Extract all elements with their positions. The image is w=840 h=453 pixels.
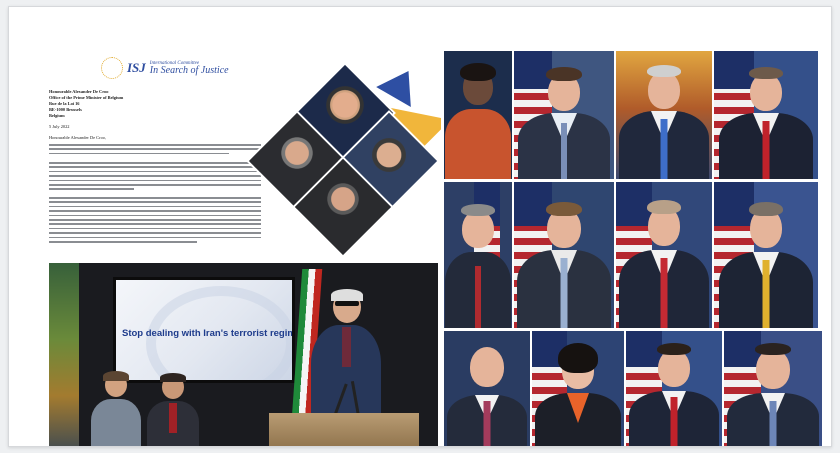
portrait-tile <box>444 51 512 179</box>
letter-salutation: Honourable Alexander De Croo, <box>49 135 107 140</box>
seated-person <box>91 371 141 446</box>
portrait-tile <box>724 331 822 446</box>
letter-body-paragraph <box>49 197 261 245</box>
star-ring-icon <box>101 57 123 79</box>
letter-address: Honourable Alexander De Croo Office of t… <box>49 89 123 141</box>
collage-frame: ISJ International Committee In Search of… <box>8 6 832 447</box>
logo-title: In Search of Justice <box>149 64 229 76</box>
portrait-tile <box>444 182 512 328</box>
letter-body-paragraph <box>49 162 261 193</box>
speaker <box>311 289 381 421</box>
portrait-grid <box>444 51 822 446</box>
portrait-tile <box>616 182 712 328</box>
portrait-tile <box>616 51 712 179</box>
conference-photo: Stop dealing with Iran's terrorist regim… <box>49 263 438 446</box>
letter-body-paragraph <box>49 144 261 157</box>
portrait-tile <box>626 331 722 446</box>
portrait-tile <box>514 182 614 328</box>
letter-collage: ISJ International Committee In Search of… <box>29 29 441 259</box>
logo-isj: ISJ <box>127 60 146 75</box>
event-banner <box>49 263 79 446</box>
portrait-tile <box>714 182 818 328</box>
podium <box>269 413 419 446</box>
projection-screen: Stop dealing with Iran's terrorist regim… <box>113 277 295 383</box>
portrait-diamonds <box>241 61 441 258</box>
seated-person <box>147 373 199 446</box>
portrait-tile <box>532 331 624 446</box>
isj-logo: ISJ International Committee In Search of… <box>101 57 229 79</box>
portrait-tile <box>714 51 818 179</box>
portrait-tile <box>444 331 530 446</box>
screen-headline: Stop dealing with Iran's terrorist regim… <box>122 328 295 339</box>
portrait-tile <box>514 51 614 179</box>
